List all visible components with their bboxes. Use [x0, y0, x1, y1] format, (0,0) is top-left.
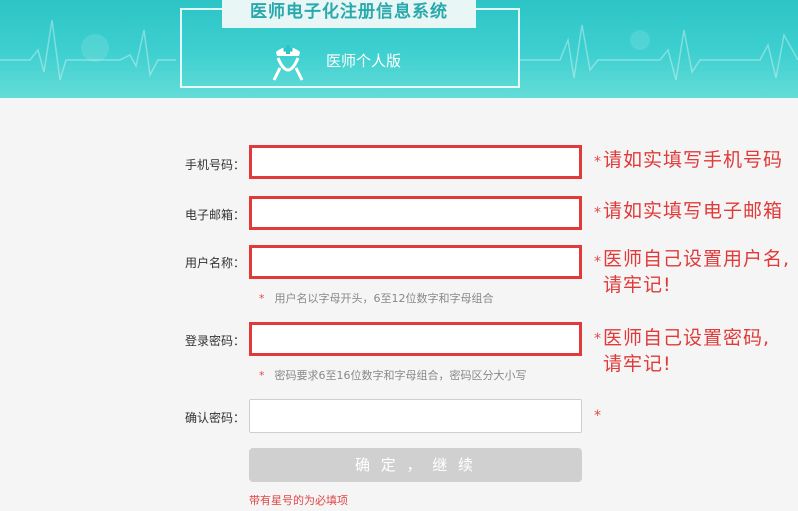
- password-input[interactable]: [249, 322, 582, 356]
- edition-row: 医师个人版: [266, 38, 401, 82]
- username-required-star: *: [594, 254, 601, 270]
- system-title: 医师电子化注册信息系统: [222, 0, 476, 28]
- email-required-star: *: [594, 205, 601, 221]
- username-input[interactable]: [249, 245, 582, 279]
- username-hint: * 用户名以字母开头，6至12位数字和字母组合: [259, 290, 494, 306]
- email-annotation: 请如实填写电子邮箱: [603, 200, 784, 222]
- doctor-icon: [272, 45, 304, 81]
- password-hint-star: *: [259, 369, 265, 382]
- phone-required-star: *: [594, 154, 601, 170]
- username-label: 用户名称：: [184, 256, 245, 270]
- email-label: 电子邮箱：: [184, 208, 245, 222]
- password-required-star: *: [594, 331, 601, 347]
- phone-label: 手机号码：: [184, 158, 245, 172]
- confirm-continue-button[interactable]: 确 定 ， 继 续: [249, 448, 582, 482]
- confirm-required-star: *: [594, 408, 601, 424]
- password-annotation-line1: 医师自己设置密码,: [603, 327, 771, 349]
- confirm-password-input[interactable]: [249, 399, 582, 433]
- password-hint-text: 密码要求6至16位数字和字母组合，密码区分大小写: [274, 369, 527, 382]
- username-hint-star: *: [259, 292, 265, 305]
- username-annotation-line2: 请牢记!: [603, 274, 672, 296]
- phone-input[interactable]: [249, 145, 582, 179]
- required-fields-note: 带有星号的为必填项: [249, 494, 348, 507]
- password-label: 登录密码：: [184, 334, 245, 348]
- username-annotation-line1: 医师自己设置用户名,: [603, 248, 791, 270]
- email-input[interactable]: [249, 196, 582, 230]
- confirm-label: 确认密码：: [184, 411, 245, 425]
- password-hint: * 密码要求6至16位数字和字母组合，密码区分大小写: [259, 367, 527, 383]
- password-annotation-line2: 请牢记!: [603, 353, 672, 375]
- header-banner: 医师电子化注册信息系统 医师个人版: [0, 0, 798, 98]
- phone-annotation: 请如实填写手机号码: [603, 149, 784, 171]
- username-hint-text: 用户名以字母开头，6至12位数字和字母组合: [274, 292, 494, 305]
- edition-label: 医师个人版: [326, 51, 402, 70]
